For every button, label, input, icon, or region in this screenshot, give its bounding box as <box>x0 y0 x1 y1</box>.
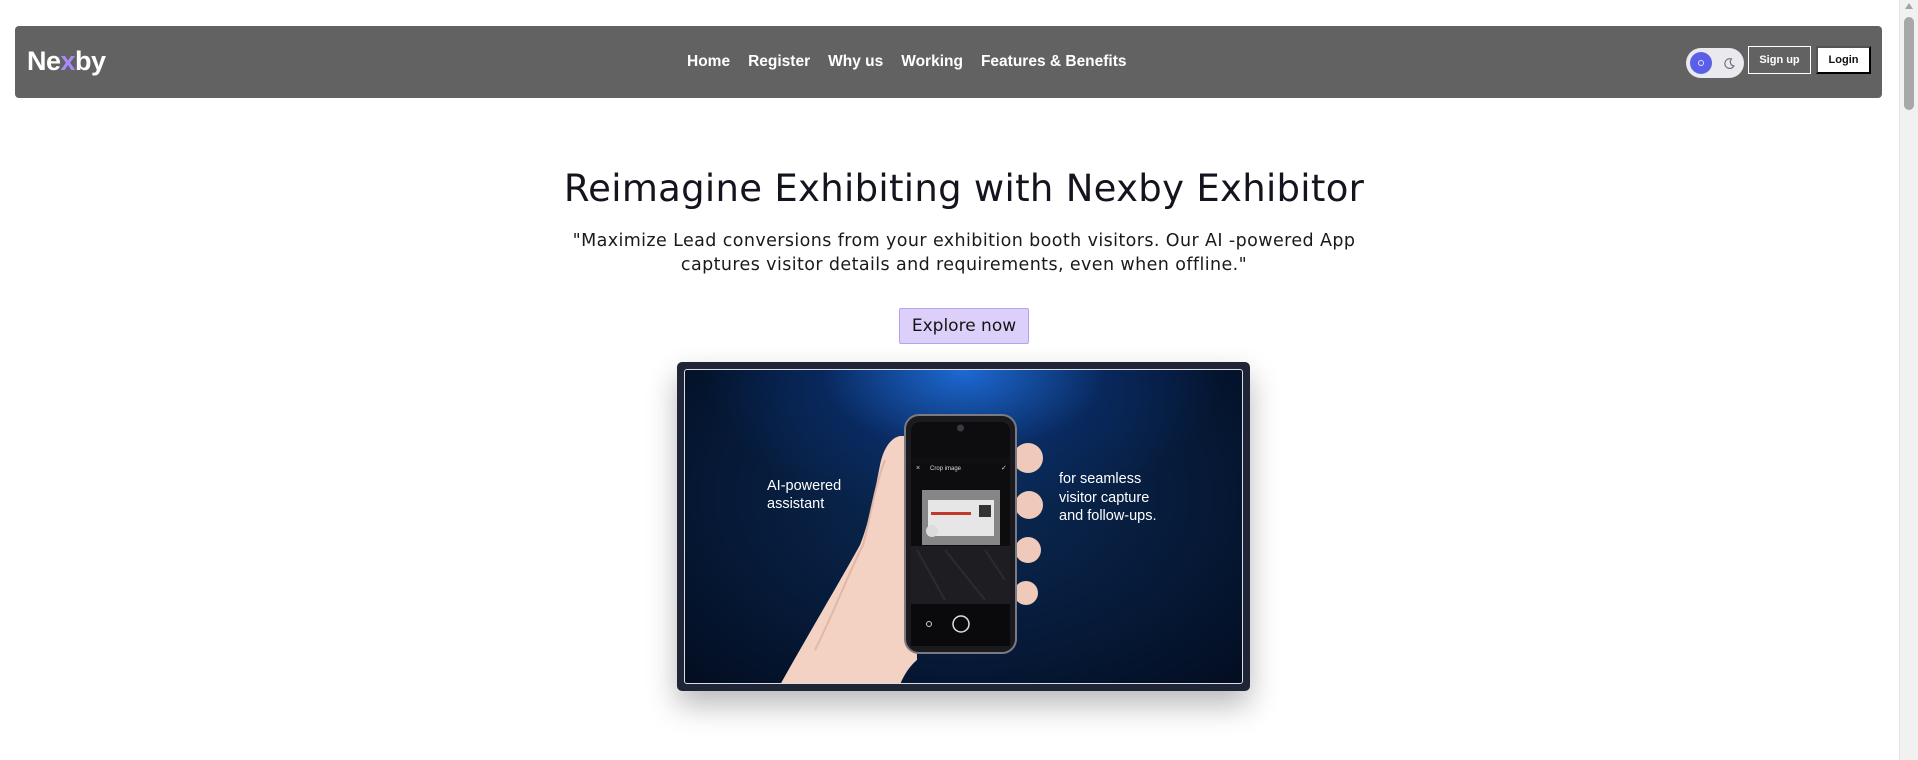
logo-text-x: x <box>60 46 76 76</box>
promo-video-frame: Crop image × ✓ AI-powered assistant for … <box>684 369 1243 684</box>
scrollbar-thumb[interactable] <box>1904 17 1914 110</box>
login-button[interactable]: Login <box>1816 46 1871 74</box>
nav-link-home[interactable]: Home <box>687 53 730 71</box>
nav-link-why-us[interactable]: Why us <box>828 53 883 71</box>
page: Nexby Home Register Why us Working Featu… <box>0 0 1918 760</box>
svg-text:×: × <box>916 465 920 472</box>
nav-link-register[interactable]: Register <box>748 53 810 71</box>
hero-title: Reimagine Exhibiting with Nexby Exhibito… <box>563 167 1365 210</box>
theme-toggle-knob <box>1690 52 1712 74</box>
sun-icon <box>1698 60 1704 66</box>
nav-links: Home Register Why us Working Features & … <box>687 26 1127 98</box>
theme-toggle[interactable] <box>1686 48 1744 78</box>
explore-now-button[interactable]: Explore now <box>899 308 1029 344</box>
signup-button[interactable]: Sign up <box>1748 46 1811 74</box>
phone-screen-title: Crop image <box>930 466 962 472</box>
nav-link-working[interactable]: Working <box>901 53 963 71</box>
svg-text:✓: ✓ <box>1001 465 1007 472</box>
hero-subtitle: "Maximize Lead conversions from your exh… <box>572 231 1356 275</box>
scroll-up-arrow-icon[interactable] <box>1905 3 1913 9</box>
nav-link-features-benefits[interactable]: Features & Benefits <box>981 53 1127 71</box>
logo-text-prefix: Ne <box>27 46 61 76</box>
page-scrollbar[interactable] <box>1899 0 1918 760</box>
navbar: Nexby Home Register Why us Working Featu… <box>15 26 1882 98</box>
nexby-logo[interactable]: Nexby <box>27 46 106 77</box>
caption-right: for seamless visitor capture and follow-… <box>1059 471 1157 524</box>
moon-icon <box>1724 58 1735 69</box>
hand-holding-phone-illustration: Crop image × ✓ <box>781 414 1043 683</box>
caption-left: AI-powered assistant <box>767 478 842 512</box>
logo-text-suffix: by <box>75 46 106 76</box>
promo-video-card[interactable]: Crop image × ✓ AI-powered assistant for … <box>677 362 1250 691</box>
